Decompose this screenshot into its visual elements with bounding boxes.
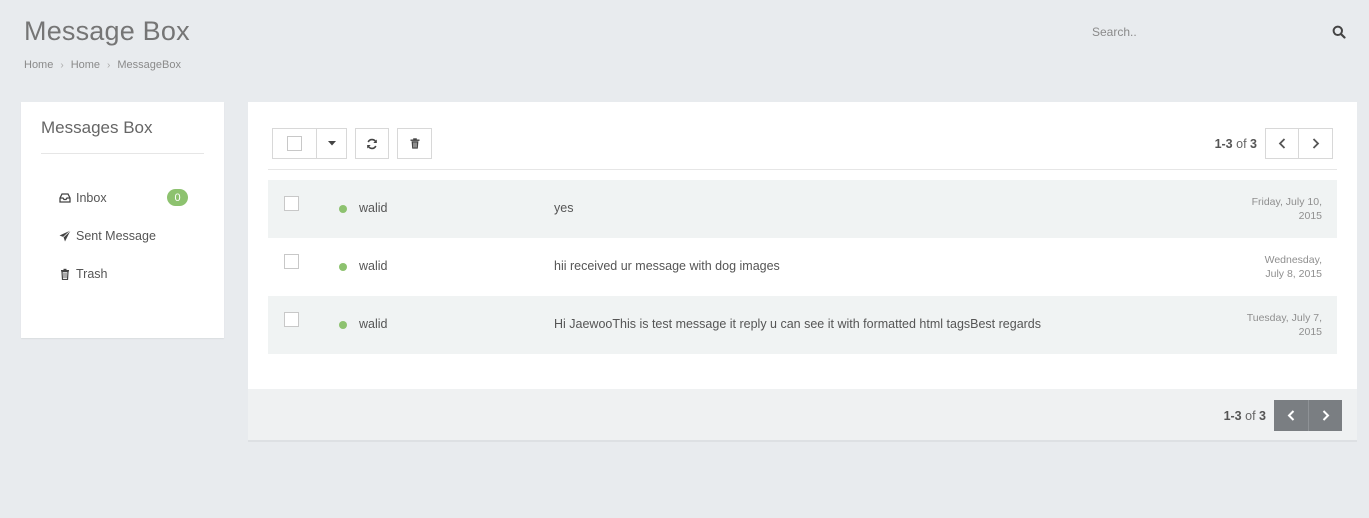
message-toolbar [272, 128, 432, 159]
pagination-bottom: 1-3 of 3 [1224, 400, 1342, 431]
sidebar-item-trash[interactable]: Trash [59, 263, 189, 285]
message-row[interactable]: walid Hi JaewooThis is test message it r… [268, 296, 1337, 354]
message-list-panel: 1-3 of 3 walid yes Friday, July 10, 2015 … [248, 102, 1357, 442]
pagination-top: 1-3 of 3 [1215, 128, 1333, 159]
select-all-checkbox-button[interactable] [272, 128, 317, 159]
sidebar-item-label: Trash [76, 267, 108, 281]
message-row[interactable]: walid yes Friday, July 10, 2015 [268, 180, 1337, 238]
caret-down-icon [327, 141, 336, 146]
chevron-left-icon [1278, 138, 1286, 149]
inbox-icon [59, 192, 71, 204]
chevron-right-icon [1322, 410, 1329, 421]
divider [41, 153, 204, 154]
message-checkbox[interactable] [284, 196, 299, 211]
select-dropdown-button[interactable] [317, 128, 347, 159]
pagination-label: 1-3 of 3 [1223, 408, 1266, 423]
chevron-left-icon [1287, 410, 1295, 421]
message-sender: walid [359, 259, 388, 273]
message-checkbox[interactable] [284, 312, 299, 327]
message-date: Wednesday, July 8, 2015 [1264, 254, 1322, 280]
unread-dot-icon [339, 263, 347, 271]
unread-count-badge: 0 [167, 189, 188, 206]
breadcrumb-item[interactable]: Home [24, 59, 53, 71]
unread-dot-icon [339, 205, 347, 213]
panel-footer: 1-3 of 3 [248, 389, 1357, 440]
delete-button[interactable] [397, 128, 432, 159]
refresh-button[interactable] [355, 128, 389, 159]
trash-icon [410, 138, 419, 149]
search-input[interactable] [1080, 25, 1320, 39]
divider [268, 169, 1337, 170]
breadcrumb: Home › Home › MessageBox [24, 59, 181, 71]
pagination-label: 1-3 of 3 [1214, 136, 1257, 151]
refresh-icon [367, 138, 377, 149]
search-icon[interactable] [1332, 25, 1346, 39]
chevron-right-icon: › [107, 59, 111, 71]
sidebar-item-label: Sent Message [76, 229, 156, 243]
paper-plane-icon [59, 230, 71, 242]
trash-icon [59, 268, 71, 280]
message-row[interactable]: walid hii received ur message with dog i… [268, 238, 1337, 296]
sidebar-title: Messages Box [41, 118, 153, 137]
sidebar-item-label: Inbox [76, 191, 107, 205]
search-bar [1080, 20, 1352, 44]
message-sender: walid [359, 201, 388, 215]
select-all-checkbox[interactable] [287, 136, 302, 151]
breadcrumb-item-current: MessageBox [117, 59, 181, 71]
message-checkbox[interactable] [284, 254, 299, 269]
message-date: Tuesday, July 7, 2015 [1246, 312, 1322, 338]
chevron-right-icon: › [60, 59, 64, 71]
message-subject[interactable]: Hi JaewooThis is test message it reply u… [554, 317, 1041, 331]
previous-page-button[interactable] [1265, 128, 1299, 159]
page-title: Message Box [24, 16, 190, 46]
unread-dot-icon [339, 321, 347, 329]
message-subject[interactable]: hii received ur message with dog images [554, 259, 780, 273]
previous-page-button[interactable] [1274, 400, 1308, 431]
sidebar-item-sent-message[interactable]: Sent Message [59, 225, 189, 247]
chevron-right-icon [1312, 138, 1319, 149]
next-page-button[interactable] [1299, 128, 1333, 159]
message-date: Friday, July 10, 2015 [1251, 196, 1322, 222]
message-subject[interactable]: yes [554, 201, 573, 215]
message-sender: walid [359, 317, 388, 331]
next-page-button[interactable] [1308, 400, 1342, 431]
breadcrumb-item[interactable]: Home [71, 59, 100, 71]
messages-sidebar: Messages Box Inbox 0 Sent Message Trash [21, 102, 224, 338]
